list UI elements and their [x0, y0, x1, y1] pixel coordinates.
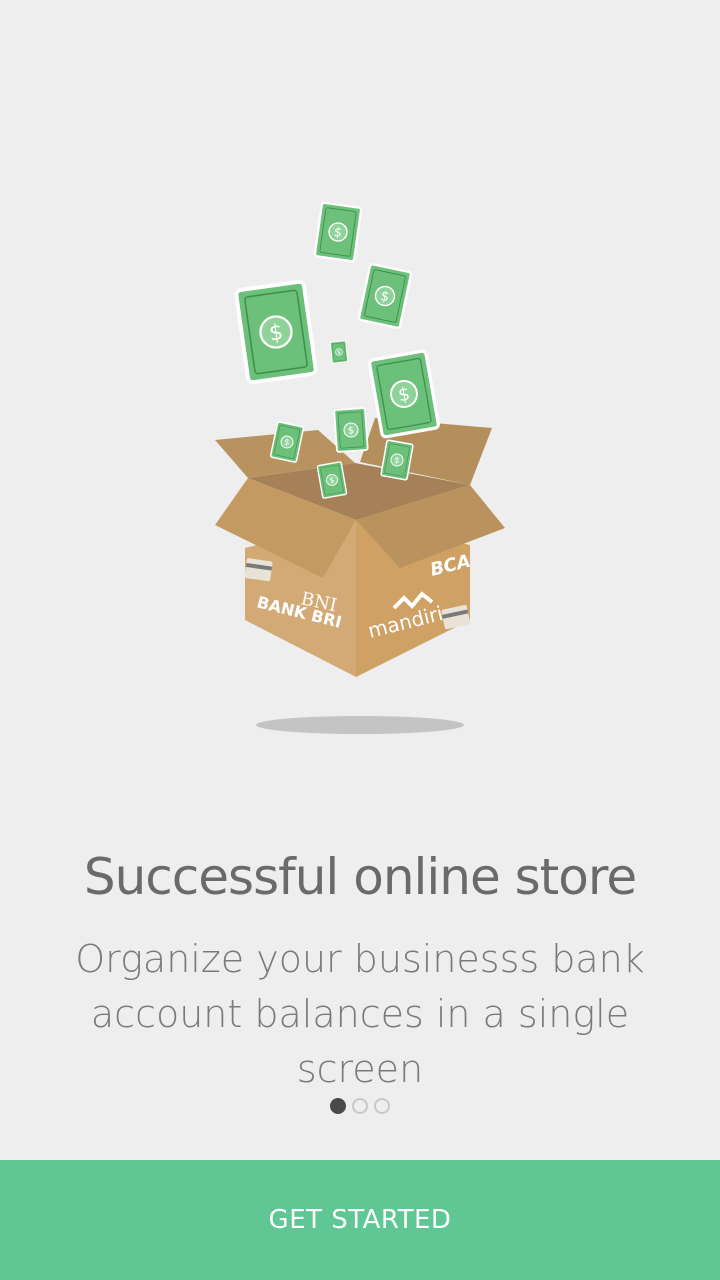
page-indicator — [0, 1098, 720, 1114]
subtitle-line-1: Organize your businesss bank — [75, 937, 645, 981]
flying-bill-2: $ — [233, 279, 319, 385]
box-shadow — [256, 716, 464, 734]
onboarding-subtitle: Organize your businesss bank account bal… — [30, 932, 690, 1097]
get-started-button[interactable]: GET STARTED — [0, 1160, 720, 1280]
dollar-sign: $ — [348, 425, 355, 436]
bill-in-box-3: $ — [380, 439, 414, 481]
dollar-sign: $ — [337, 350, 341, 356]
page-dot-3[interactable] — [374, 1098, 390, 1114]
page-dot-2[interactable] — [352, 1098, 368, 1114]
flying-bill-3: $ — [357, 262, 413, 330]
flying-bill-1: $ — [313, 201, 363, 263]
page-dot-1[interactable] — [330, 1098, 346, 1114]
onboarding-illustration: $ $ $ $ BNI BANK BRI BCA mandiri $ $ $ $… — [215, 201, 505, 734]
flying-bill-4: $ — [329, 340, 349, 364]
subtitle-line-2: account balances in a single screen — [90, 992, 630, 1091]
flying-bill-5: $ — [367, 349, 441, 439]
onboarding-title: Successful online store — [83, 848, 637, 906]
card-icon — [244, 558, 273, 582]
bill-in-box-4: $ — [316, 460, 348, 500]
bill-in-box-2: $ — [333, 407, 369, 453]
